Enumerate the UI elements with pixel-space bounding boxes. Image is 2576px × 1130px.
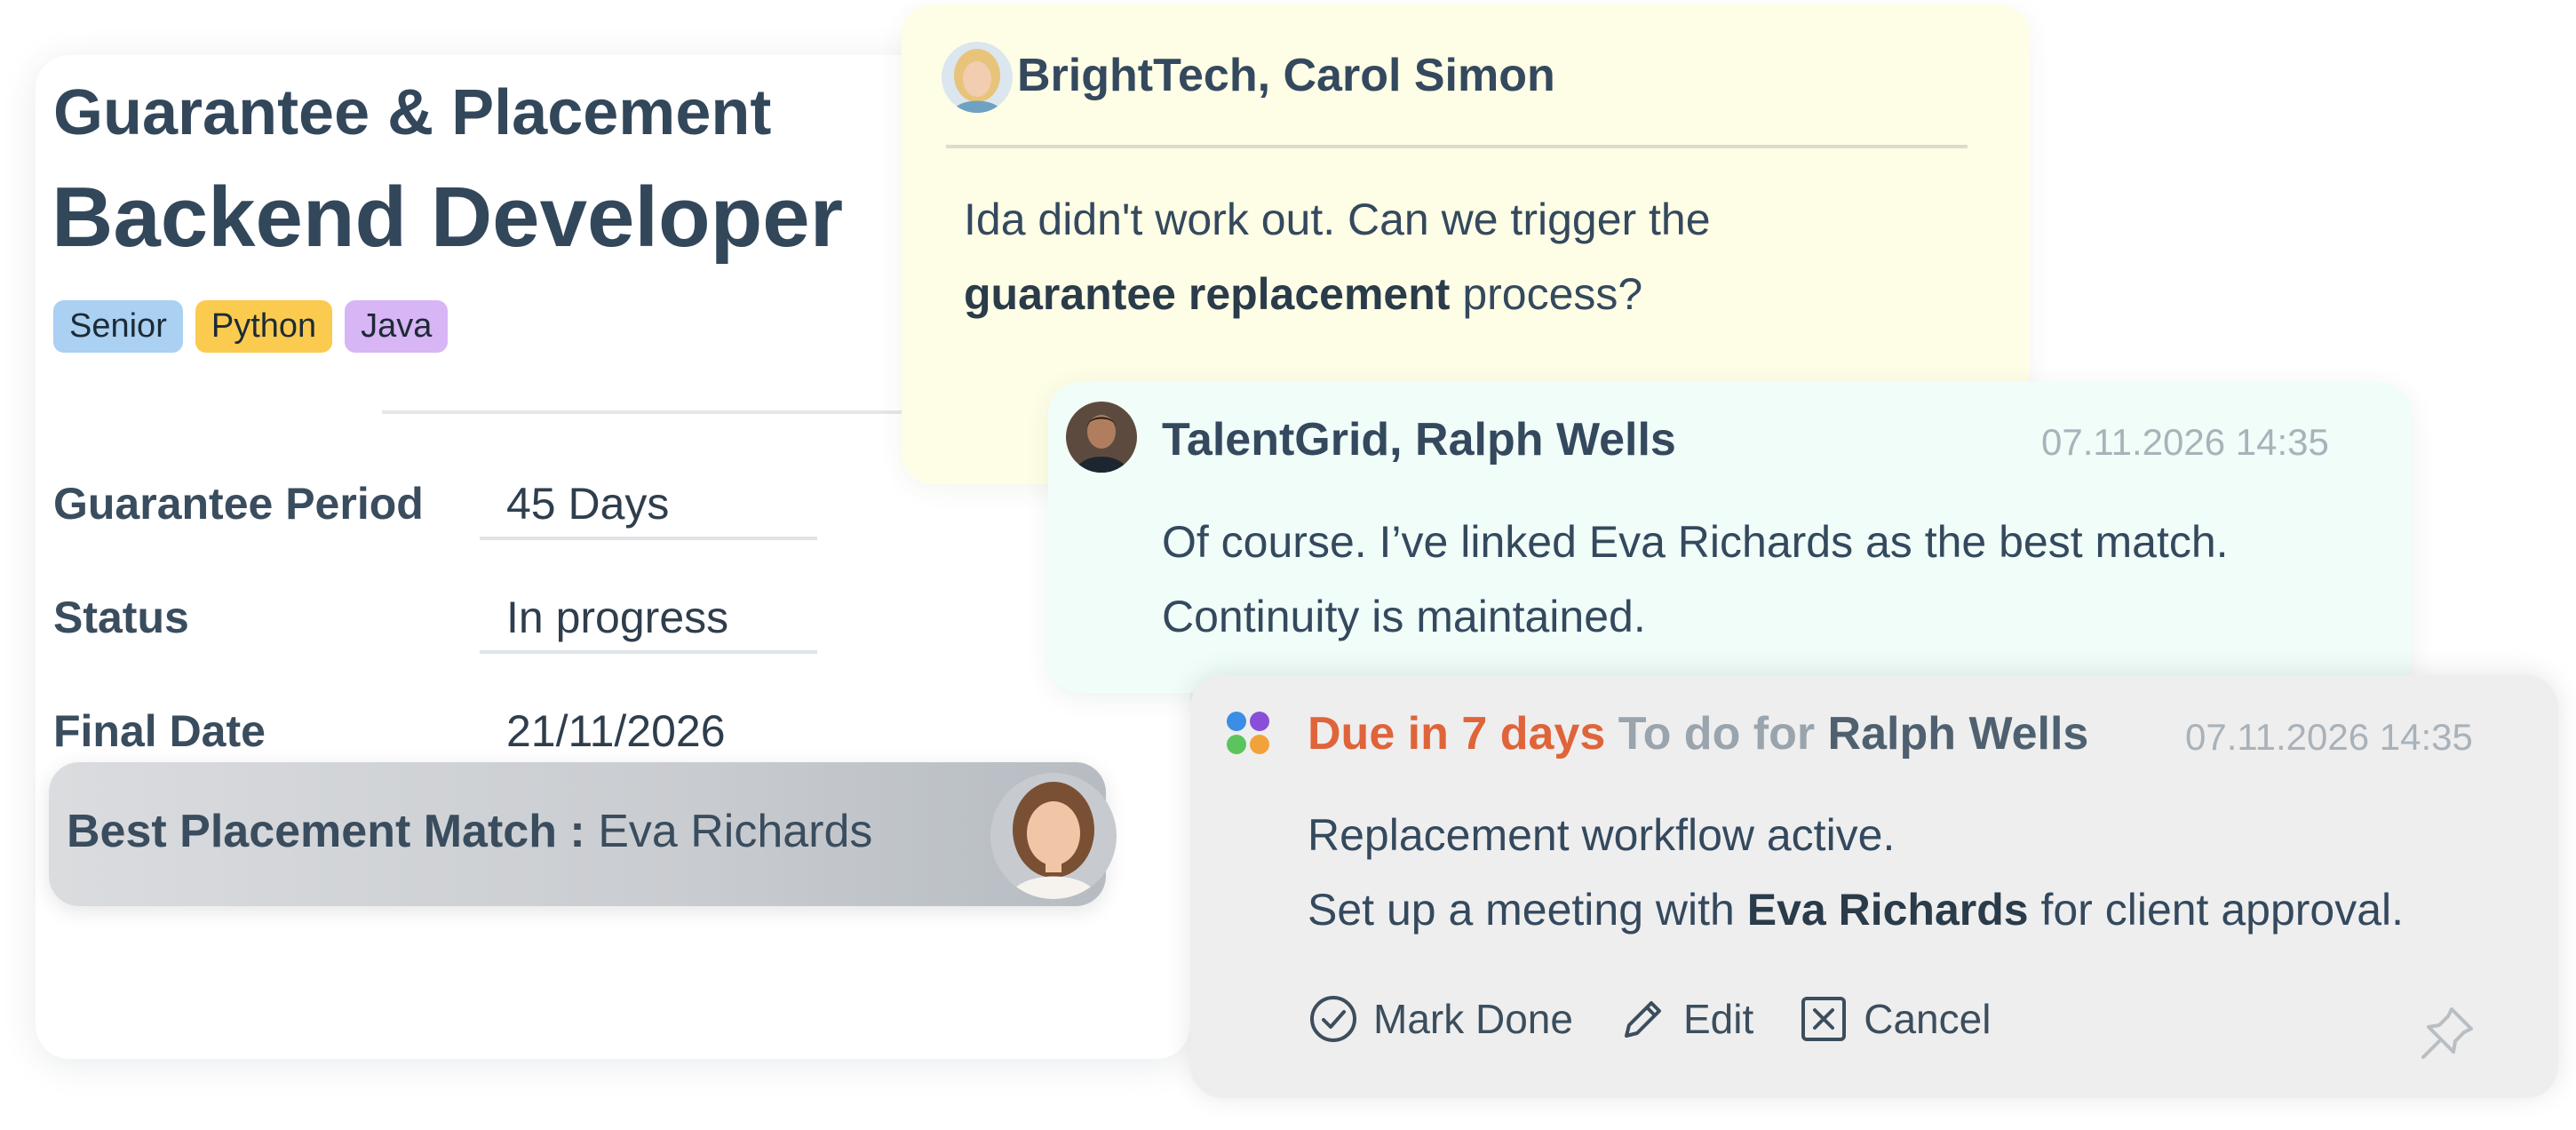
final-date-label: Final Date — [53, 706, 266, 756]
message2-line2: Continuity is maintained. — [1162, 592, 1646, 641]
best-match-bar[interactable]: Best Placement Match : Eva Richards — [49, 762, 1117, 906]
status-label: Status — [53, 593, 189, 642]
task-line2-end: for client approval. — [2040, 885, 2405, 935]
divider — [382, 410, 933, 414]
message2-timestamp: 07.11.2026 14:35 — [2041, 421, 2329, 463]
tag-senior[interactable]: Senior — [53, 300, 183, 353]
task-timestamp: 07.11.2026 14:35 — [2185, 716, 2473, 758]
best-match-text: Best Placement Match : Eva Richards — [67, 805, 872, 858]
pin-icon[interactable] — [2416, 1002, 2478, 1064]
todo-label: To do for — [1618, 708, 1816, 760]
task-line2-bold: Eva Richards — [1746, 885, 2029, 935]
task-assignee[interactable]: Ralph Wells — [1828, 708, 2089, 760]
task-header: Due in 7 days To do for Ralph Wells — [1308, 707, 2088, 760]
mark-done-button[interactable]: Mark Done — [1308, 993, 1573, 1045]
due-label: Due in 7 days — [1308, 708, 1606, 760]
eva-richards-avatar[interactable] — [990, 773, 1117, 899]
best-match-label: Best Placement Match : — [67, 806, 585, 857]
check-circle-icon — [1310, 996, 1356, 1042]
job-role-title: Backend Developer — [52, 170, 844, 265]
status-value[interactable]: In progress — [480, 592, 817, 654]
message1-body: Ida didn't work out. Can we trigger the … — [964, 182, 1941, 331]
task-actions: Mark Done Edit Cancel — [1308, 993, 1991, 1045]
ralph-wells-avatar[interactable] — [1066, 402, 1137, 473]
message1-sender: BrightTech, Carol Simon — [1017, 50, 1555, 101]
message1-text-end: process? — [1462, 269, 1643, 319]
carol-simon-avatar[interactable] — [942, 42, 1013, 113]
app-logo-icon — [1227, 712, 1269, 754]
final-date-value[interactable]: 21/11/2026 — [480, 705, 817, 768]
message1-divider — [946, 145, 1968, 148]
task-line2-start: Set up a meeting with — [1308, 885, 1735, 935]
cancel-label: Cancel — [1864, 996, 1992, 1042]
x-square-icon — [1801, 997, 1847, 1041]
task-line1: Replacement workflow active. — [1308, 810, 1896, 860]
skill-tags: Senior Python Java — [53, 300, 449, 353]
mark-done-label: Mark Done — [1373, 996, 1573, 1042]
message-talentgrid: TalentGrid, Ralph Wells 07.11.2026 14:35… — [1048, 382, 2412, 693]
guarantee-period-label: Guarantee Period — [53, 479, 424, 529]
task-card: Due in 7 days To do for Ralph Wells 07.1… — [1190, 675, 2558, 1098]
best-match-name: Eva Richards — [598, 806, 873, 857]
message2-sender: TalentGrid, Ralph Wells — [1162, 414, 1676, 466]
message2-line1: Of course. I’ve linked Eva Richards as t… — [1162, 517, 2229, 567]
card-title: Guarantee & Placement — [53, 77, 772, 148]
message1-bold: guarantee replacement — [964, 269, 1451, 319]
edit-label: Edit — [1682, 996, 1754, 1042]
task-body: Replacement workflow active. Set up a me… — [1308, 798, 2533, 947]
guarantee-period-value[interactable]: 45 Days — [480, 478, 817, 540]
pencil-icon — [1624, 1001, 1661, 1038]
cancel-button[interactable]: Cancel — [1798, 993, 1991, 1045]
edit-button[interactable]: Edit — [1618, 993, 1753, 1045]
tag-python[interactable]: Python — [195, 300, 333, 353]
message1-text: Ida didn't work out. Can we trigger the — [964, 195, 1711, 244]
tag-java[interactable]: Java — [345, 300, 449, 353]
message2-body: Of course. I’ve linked Eva Richards as t… — [1162, 505, 2334, 654]
